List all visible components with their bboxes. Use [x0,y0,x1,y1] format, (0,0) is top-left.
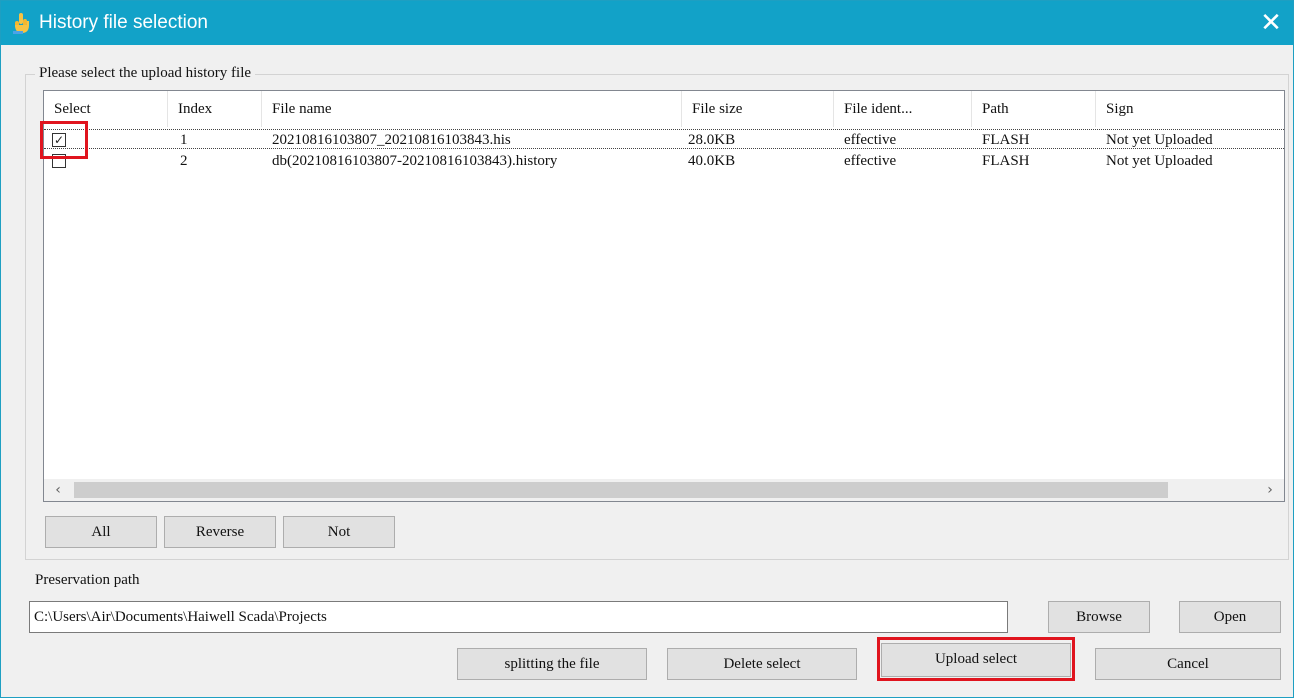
title-bar[interactable]: History file selection ✕ [1,1,1293,45]
scroll-left-icon[interactable]: ‹ [44,479,72,501]
row-index: 2 [180,153,188,169]
column-header-file-ident[interactable]: File ident... [834,91,972,127]
split-file-button[interactable]: splitting the file [457,648,647,680]
close-button[interactable]: ✕ [1249,1,1293,45]
row-file-name: 20210816103807_20210816103843.his [272,132,511,148]
column-header-file-size[interactable]: File size [682,91,834,127]
reverse-selection-button[interactable]: Reverse [164,516,276,548]
preservation-path-input[interactable]: C:\Users\Air\Documents\Haiwell Scada\Pro… [29,601,1008,633]
hand-pointer-icon [13,13,29,34]
cancel-button[interactable]: Cancel [1095,648,1281,680]
history-file-dialog: History file selection ✕ Please select t… [0,0,1294,698]
group-label: Please select the upload history file [35,63,256,83]
row-file-ident: effective [844,132,897,148]
row-file-ident: effective [844,153,897,169]
browse-button[interactable]: Browse [1048,601,1150,633]
scrollbar-thumb[interactable] [74,482,1168,498]
column-header-sign[interactable]: Sign [1096,91,1284,127]
window-title: History file selection [39,12,208,33]
history-file-list[interactable]: Select Index File name File size File id… [43,90,1285,502]
column-header-file-name[interactable]: File name [262,91,682,127]
scroll-right-icon[interactable]: › [1256,479,1284,501]
row-path: FLASH [982,153,1030,169]
open-button[interactable]: Open [1179,601,1281,633]
column-header-path[interactable]: Path [972,91,1096,127]
row-sign: Not yet Uploaded [1106,132,1213,148]
select-none-button[interactable]: Not [283,516,395,548]
horizontal-scrollbar[interactable]: ‹ › [44,479,1284,501]
row-path: FLASH [982,132,1030,148]
row-index: 1 [180,132,188,148]
column-header-index[interactable]: Index [168,91,262,127]
row-file-name: db(20210816103807-20210816103843).histor… [272,153,558,169]
table-row[interactable]: ✓ 1 20210816103807_20210816103843.his 28… [44,129,1284,149]
highlight-upload-button [877,637,1075,681]
delete-select-button[interactable]: Delete select [667,648,857,680]
preservation-path-label: Preservation path [35,572,140,588]
row-sign: Not yet Uploaded [1106,153,1213,169]
highlight-checkbox [40,121,88,159]
table-row[interactable]: 2 db(20210816103807-20210816103843).hist… [44,151,1284,171]
row-file-size: 40.0KB [688,153,736,169]
row-file-size: 28.0KB [688,132,736,148]
select-all-button[interactable]: All [45,516,157,548]
